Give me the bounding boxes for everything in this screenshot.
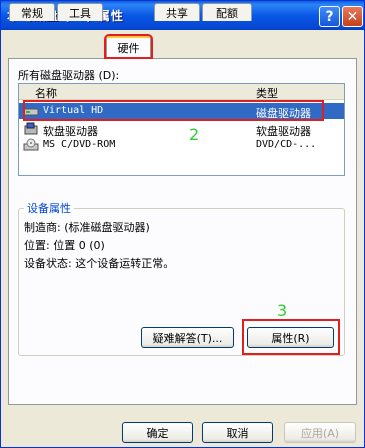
tab-general[interactable]: 常规 — [9, 3, 55, 21]
drives-list[interactable]: 名称 类型 Virtual HD 磁盘驱动器 软盘驱动器 软盘驱动器 MS C/… — [18, 83, 345, 176]
ok-button[interactable]: 确定 — [122, 422, 193, 443]
tab-quota[interactable]: 配额 — [202, 3, 252, 21]
properties-button[interactable]: 属性(R) — [247, 327, 334, 348]
list-item-cd-rom[interactable]: MS C/DVD-ROM DVD/CD-... — [19, 137, 344, 153]
step-annotation-3: 3 — [277, 301, 288, 320]
list-item-name: MS C/DVD-ROM — [43, 139, 116, 150]
troubleshoot-button[interactable]: 疑难解答(T)... — [141, 327, 234, 348]
list-header: 名称 类型 — [19, 84, 344, 100]
column-name[interactable]: 名称 — [35, 85, 57, 101]
step-annotation-2: 2 — [189, 125, 200, 144]
column-type[interactable]: 类型 — [256, 85, 278, 101]
tab-tools[interactable]: 工具 — [57, 3, 103, 21]
apply-button: 应用(A) — [284, 422, 356, 443]
location-text: 位置: 位置 0 (0) — [24, 239, 105, 252]
device-status-text: 设备状态: 这个设备运转正常。 — [24, 257, 175, 270]
properties-dialog: 本地磁盘 (C:) 属性 ? ✕ 常规 工具 硬件 共享 配额 所有磁盘驱动器 … — [0, 0, 365, 448]
drives-list-label: 所有磁盘驱动器 (D): — [18, 69, 120, 82]
tab-sharing[interactable]: 共享 — [154, 3, 200, 21]
close-button[interactable]: ✕ — [342, 6, 363, 27]
manufacturer-text: 制造商: (标准磁盘驱动器) — [24, 221, 150, 234]
list-item-type: DVD/CD-... — [256, 139, 317, 150]
cancel-button[interactable]: 取消 — [202, 422, 273, 443]
tab-hardware[interactable]: 硬件 — [104, 34, 153, 59]
cd-drive-icon — [23, 138, 39, 152]
list-item-floppy[interactable]: 软盘驱动器 软盘驱动器 — [19, 121, 344, 138]
highlight-box-virtual-hd — [23, 100, 324, 121]
help-button[interactable]: ? — [319, 6, 340, 27]
device-properties-title: 设备属性 — [24, 200, 74, 216]
floppy-drive-icon — [23, 122, 39, 136]
